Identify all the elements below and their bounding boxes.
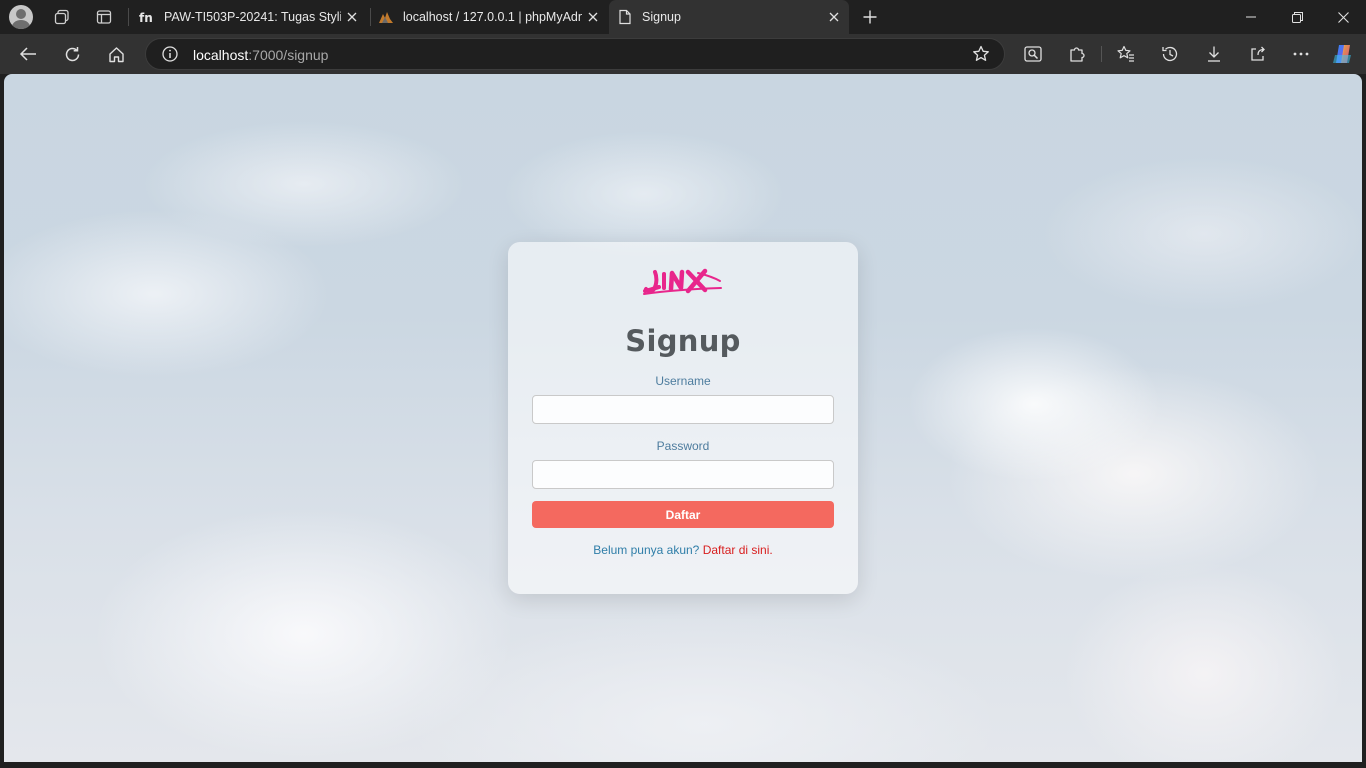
close-tab-icon[interactable] — [341, 6, 363, 28]
password-label: Password — [656, 439, 710, 453]
page-icon — [617, 9, 633, 25]
back-icon[interactable] — [14, 40, 42, 68]
signup-card: Signup Username Password Daftar Belum pu… — [508, 242, 858, 594]
tab-strip: fn PAW-TI503P-20241: Tugas Styling local… — [0, 0, 1366, 34]
immersive-reader-icon[interactable] — [1019, 40, 1047, 68]
daftar-link[interactable]: Daftar di sini. — [703, 543, 773, 557]
restore-icon[interactable] — [1274, 0, 1320, 34]
extensions-icon[interactable] — [1063, 40, 1091, 68]
home-icon[interactable] — [102, 40, 130, 68]
more-options-icon[interactable] — [1287, 40, 1315, 68]
signup-prompt: Belum punya akun? Daftar di sini. — [508, 543, 858, 557]
close-tab-icon[interactable] — [823, 6, 845, 28]
address-bar[interactable]: localhost:7000/signup — [145, 38, 1005, 70]
tab-paw[interactable]: fn PAW-TI503P-20241: Tugas Styling — [131, 0, 367, 34]
daftar-button[interactable]: Daftar — [532, 501, 834, 528]
refresh-icon[interactable] — [58, 40, 86, 68]
close-tab-icon[interactable] — [582, 6, 604, 28]
profile-avatar[interactable] — [9, 5, 33, 29]
favorite-star-icon[interactable] — [972, 45, 990, 68]
fn-icon: fn — [139, 9, 155, 25]
page-title: Signup — [625, 324, 741, 358]
password-input[interactable] — [532, 460, 834, 489]
url-text[interactable]: localhost:7000/signup — [193, 47, 328, 63]
copilot-icon[interactable] — [1329, 40, 1357, 68]
site-info-icon[interactable] — [162, 46, 178, 67]
toolbar: localhost:7000/signup — [0, 34, 1366, 74]
window-bottom-edge — [0, 762, 1366, 768]
prompt-text: Belum punya akun? — [593, 543, 700, 557]
share-icon[interactable] — [1244, 40, 1272, 68]
tab-title: PAW-TI503P-20241: Tugas Styling — [164, 10, 341, 24]
jinx-logo — [643, 268, 722, 295]
tab-title: Signup — [642, 10, 681, 24]
username-input[interactable] — [532, 395, 834, 424]
new-tab-icon[interactable] — [859, 6, 881, 28]
downloads-icon[interactable] — [1200, 40, 1228, 68]
username-label: Username — [655, 374, 711, 388]
url-path: :7000/signup — [248, 47, 329, 63]
close-window-icon[interactable] — [1320, 0, 1366, 34]
url-host: localhost — [193, 47, 249, 63]
page-viewport: Signup Username Password Daftar Belum pu… — [4, 74, 1362, 762]
tab-title: localhost / 127.0.0.1 | phpMyAdm — [403, 10, 582, 24]
history-icon[interactable] — [1156, 40, 1184, 68]
tab-actions-icon[interactable] — [93, 6, 115, 28]
phpmyadmin-icon — [378, 9, 394, 25]
minimize-icon[interactable] — [1228, 0, 1274, 34]
tab-phpmyadmin[interactable]: localhost / 127.0.0.1 | phpMyAdm — [370, 0, 608, 34]
favorites-icon[interactable] — [1112, 40, 1140, 68]
workspaces-icon[interactable] — [51, 6, 73, 28]
tab-signup[interactable]: Signup — [609, 0, 849, 34]
svg-text:fn: fn — [139, 11, 153, 25]
